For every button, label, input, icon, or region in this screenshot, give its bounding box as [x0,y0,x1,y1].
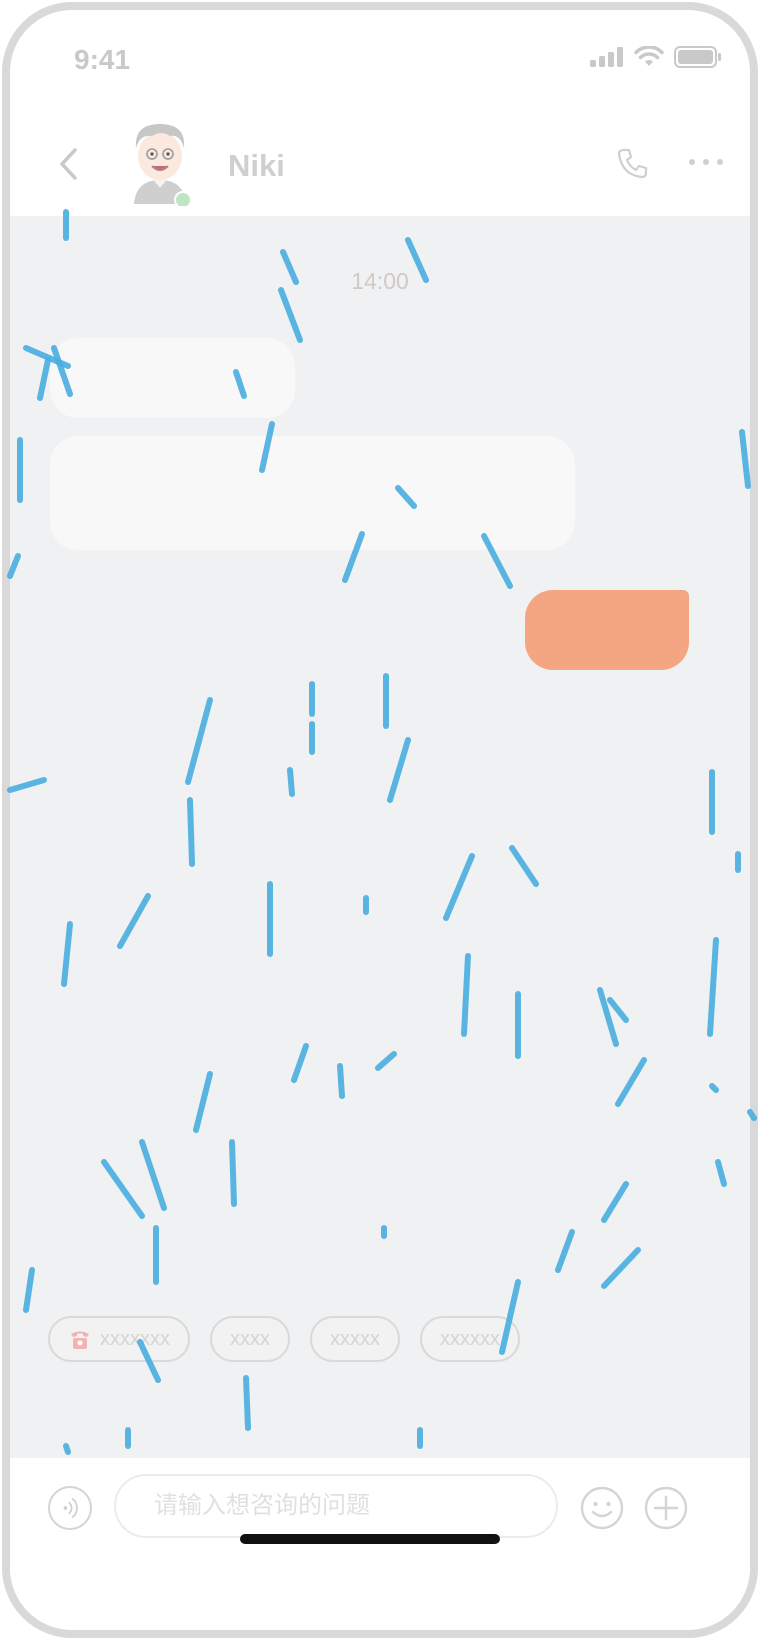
status-bar: 9:41 [10,10,750,100]
quick-reply-label: xxxxxxx [100,1327,170,1350]
avatar[interactable] [122,118,198,206]
app-screen: 9:41 Niki 14:00 xxxxxxx xxxx xxxxx xxxxx… [0,0,770,1644]
status-time: 9:41 [74,44,131,75]
chat-header: Niki [10,100,750,226]
quick-reply-label: xxxxxx [440,1327,500,1350]
chat-area[interactable]: 14:00 xxxxxxx xxxx xxxxx xxxxxx [10,216,750,1458]
more-options-icon[interactable] [686,152,726,172]
quick-reply-chip[interactable]: xxxx [210,1316,290,1362]
incoming-message-bubble[interactable] [50,436,575,550]
phone-call-icon[interactable] [616,146,650,180]
signal-icon [590,47,623,67]
emoji-icon[interactable] [580,1486,624,1530]
quick-reply-label: xxxx [230,1327,270,1350]
input-bar: 请输入想咨询的问题 [10,1458,750,1578]
voice-input-icon[interactable] [48,1486,92,1530]
quick-replies: xxxxxxx xxxx xxxxx xxxxxx [48,1316,520,1362]
back-icon[interactable] [54,146,84,182]
contact-name: Niki [228,148,285,183]
quick-reply-chip[interactable]: xxxxx [310,1316,400,1362]
phone-frame: 9:41 Niki 14:00 xxxxxxx xxxx xxxxx xxxxx… [2,2,758,1638]
add-attachment-icon[interactable] [644,1486,688,1530]
status-icons [590,46,722,68]
message-input[interactable]: 请输入想咨询的问题 [114,1474,558,1538]
quick-reply-chip[interactable]: xxxxxxx [48,1316,190,1362]
battery-icon [674,46,721,68]
outgoing-message-bubble[interactable] [525,590,689,670]
quick-reply-label: xxxxx [330,1327,380,1350]
home-indicator[interactable] [240,1534,500,1544]
phone-icon [71,1331,89,1349]
wifi-icon [634,46,664,66]
message-timestamp: 14:00 [351,268,409,294]
quick-reply-chip[interactable]: xxxxxx [420,1316,520,1362]
online-indicator [174,191,192,206]
incoming-message-bubble[interactable] [50,338,295,418]
